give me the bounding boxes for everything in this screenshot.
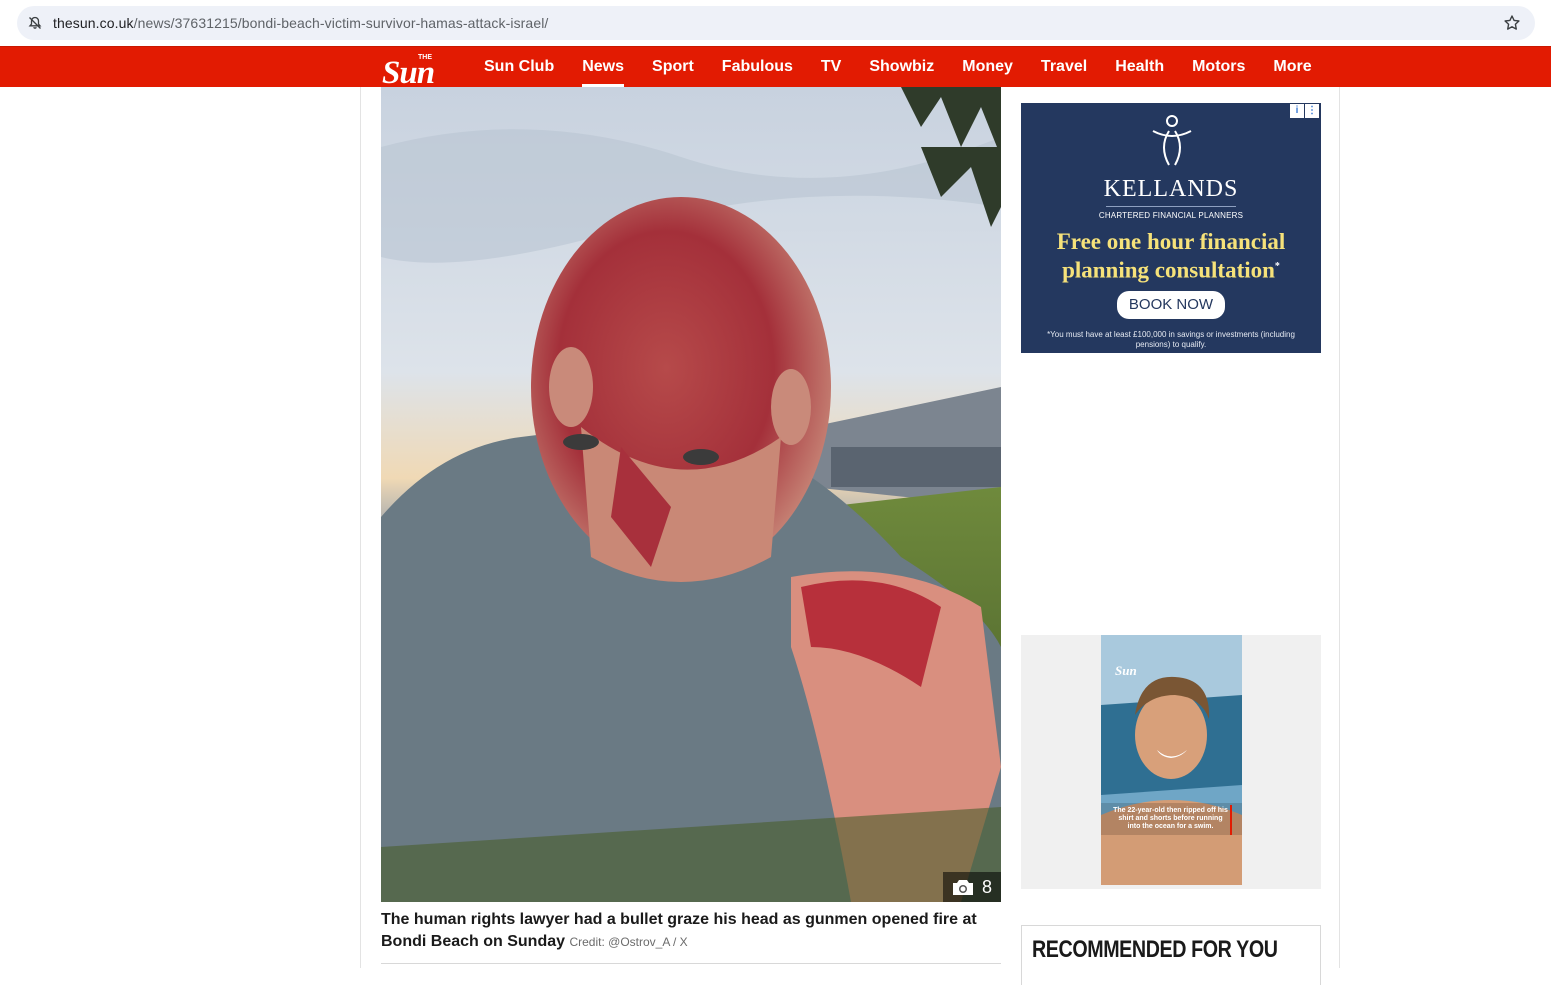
recommended-panel: RECOMMENDED FOR YOU bbox=[1021, 925, 1321, 985]
advertisement-kellands[interactable]: i ⋮ KELLANDS CHARTERED FINANCIAL PLANNER… bbox=[1021, 103, 1321, 353]
kellands-logo-icon bbox=[1152, 115, 1192, 166]
gallery-count-badge[interactable]: 8 bbox=[943, 872, 1001, 902]
nav-news[interactable]: News bbox=[582, 47, 624, 88]
ad-headline-text: Free one hour financial planning consult… bbox=[1056, 229, 1286, 283]
nav-fabulous[interactable]: Fabulous bbox=[722, 47, 793, 88]
site-nav: THE Sun Sun Club News Sport Fabulous TV … bbox=[0, 46, 1551, 91]
caption-divider bbox=[381, 963, 1001, 964]
svg-text:Sun: Sun bbox=[382, 55, 434, 86]
url-text: thesun.co.uk/news/37631215/bondi-beach-v… bbox=[53, 15, 548, 31]
video-sun-logo: Sun bbox=[1115, 663, 1137, 678]
ad-brand: KELLANDS bbox=[1103, 176, 1239, 202]
ad-brand-rule bbox=[1106, 206, 1236, 207]
gallery-count: 8 bbox=[981, 876, 992, 897]
browser-toolbar: thesun.co.uk/news/37631215/bondi-beach-v… bbox=[0, 0, 1551, 46]
ad-close-icon[interactable]: ⋮ bbox=[1305, 104, 1319, 118]
camera-icon bbox=[952, 879, 973, 895]
ad-info-icon[interactable]: i bbox=[1290, 104, 1304, 118]
image-credit: Credit: @Ostrov_A / X bbox=[569, 935, 688, 949]
nav-sun-club[interactable]: Sun Club bbox=[484, 47, 554, 88]
ad-book-now-button[interactable]: BOOK NOW bbox=[1117, 291, 1225, 319]
video-frame[interactable]: Sun The 22-year-old then ripped off his … bbox=[1101, 635, 1242, 885]
ad-choices[interactable]: i ⋮ bbox=[1290, 104, 1319, 118]
ad-headline-mark: * bbox=[1274, 261, 1280, 272]
video-caption: The 22-year-old then ripped off his shir… bbox=[1113, 807, 1228, 830]
video-caption-marker bbox=[1230, 805, 1232, 835]
recommended-title: RECOMMENDED FOR YOU bbox=[1032, 936, 1278, 963]
the-sun-logo[interactable]: THE Sun bbox=[381, 50, 469, 91]
article-hero-image[interactable]: 8 bbox=[381, 87, 1001, 902]
nav-tv[interactable]: TV bbox=[821, 47, 841, 88]
ad-headline: Free one hour financial planning consult… bbox=[1031, 229, 1311, 283]
nav-sport[interactable]: Sport bbox=[652, 47, 694, 88]
url-path: /news/37631215/bondi-beach-victim-surviv… bbox=[133, 15, 549, 31]
column-divider-right bbox=[1339, 87, 1340, 968]
ad-subtitle: CHARTERED FINANCIAL PLANNERS bbox=[1098, 211, 1244, 220]
nav-motors[interactable]: Motors bbox=[1192, 47, 1245, 88]
nav-showbiz[interactable]: Showbiz bbox=[869, 47, 934, 88]
nav-travel[interactable]: Travel bbox=[1041, 47, 1087, 88]
ad-fine-print: *You must have at least £100,000 in savi… bbox=[1047, 330, 1295, 349]
address-bar[interactable]: thesun.co.uk/news/37631215/bondi-beach-v… bbox=[17, 6, 1535, 40]
nav-health[interactable]: Health bbox=[1115, 47, 1164, 88]
video-player[interactable]: Sun The 22-year-old then ripped off his … bbox=[1021, 635, 1321, 889]
nav-more[interactable]: More bbox=[1273, 47, 1311, 88]
image-caption: The human rights lawyer had a bullet gra… bbox=[381, 909, 1001, 953]
notifications-blocked-icon[interactable] bbox=[27, 15, 43, 31]
bookmark-star-icon[interactable] bbox=[1503, 14, 1521, 32]
column-divider-left bbox=[360, 87, 361, 968]
nav-money[interactable]: Money bbox=[962, 47, 1013, 88]
nav-links: Sun Club News Sport Fabulous TV Showbiz … bbox=[484, 47, 1340, 88]
url-host: thesun.co.uk bbox=[53, 15, 134, 31]
